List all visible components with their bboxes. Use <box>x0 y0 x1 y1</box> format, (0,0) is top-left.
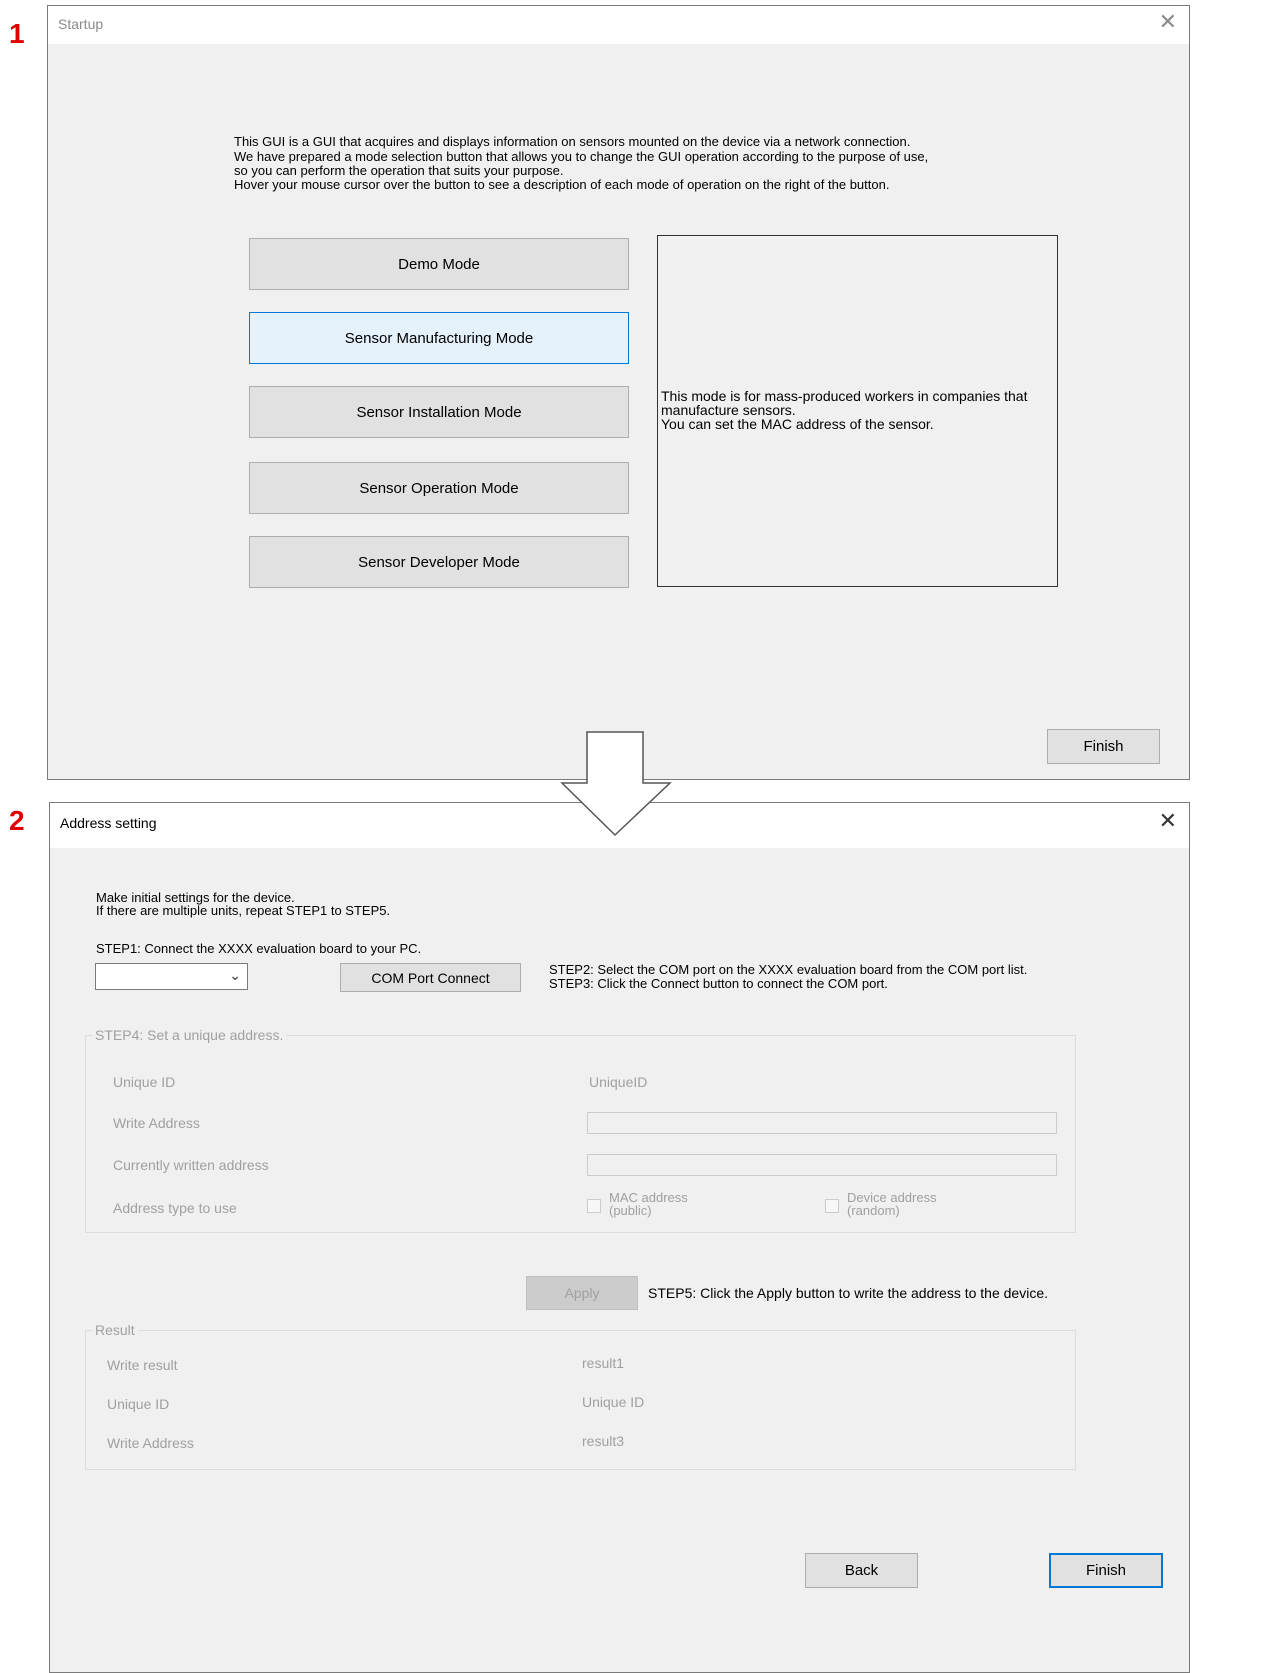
step-number-1: 1 <box>9 18 25 49</box>
intro-line: so you can perform the operation that su… <box>234 163 564 178</box>
close-icon[interactable]: ✕ <box>1159 10 1177 35</box>
unique-id-value: UniqueID <box>589 1074 648 1090</box>
intro-line: We have prepared a mode selection button… <box>234 149 929 164</box>
current-address-field <box>587 1154 1057 1176</box>
device-address-option-label: Device address (random) <box>847 1190 937 1218</box>
device-address-checkbox[interactable] <box>825 1199 839 1213</box>
mac-address-checkbox[interactable] <box>587 1199 601 1213</box>
intro-line: If there are multiple units, repeat STEP… <box>96 903 391 918</box>
com-port-dropdown[interactable]: ⌄ <box>95 963 248 990</box>
sensor-operation-mode-button[interactable]: Sensor Operation Mode <box>249 462 629 514</box>
result-write-address-value: result3 <box>582 1433 625 1449</box>
mode-description-box: This mode is for mass-produced workers i… <box>657 235 1058 587</box>
write-result-label: Write result <box>107 1357 178 1373</box>
write-address-label: Write Address <box>113 1115 200 1131</box>
result-groupbox: Result Write result result1 Unique ID Un… <box>85 1322 1076 1470</box>
result-write-address-label: Write Address <box>107 1435 194 1451</box>
sensor-installation-mode-button[interactable]: Sensor Installation Mode <box>249 386 629 438</box>
intro-line: Hover your mouse cursor over the button … <box>234 177 890 192</box>
step-number-2: 2 <box>9 805 25 836</box>
finish-button[interactable]: Finish <box>1049 1553 1163 1588</box>
result-unique-id-value: Unique ID <box>582 1394 645 1410</box>
mac-address-option-label: MAC address (public) <box>609 1190 688 1218</box>
com-port-connect-button[interactable]: COM Port Connect <box>340 963 521 992</box>
apply-button[interactable]: Apply <box>526 1276 638 1310</box>
startup-window: Startup ✕ This GUI is a GUI that acquire… <box>47 5 1190 780</box>
demo-mode-button[interactable]: Demo Mode <box>249 238 629 290</box>
chevron-down-icon: ⌄ <box>229 968 241 984</box>
step5-text: STEP5: Click the Apply button to write t… <box>648 1285 1048 1301</box>
sensor-developer-mode-button[interactable]: Sensor Developer Mode <box>249 536 629 588</box>
finish-button[interactable]: Finish <box>1047 729 1160 764</box>
step2-text: STEP2: Select the COM port on the XXXX e… <box>549 962 1028 977</box>
startup-titlebar: Startup ✕ <box>48 6 1189 44</box>
write-result-value: result1 <box>582 1355 625 1371</box>
back-button[interactable]: Back <box>805 1553 918 1588</box>
sensor-manufacturing-mode-button[interactable]: Sensor Manufacturing Mode <box>249 312 629 364</box>
current-address-label: Currently written address <box>113 1157 269 1173</box>
close-icon[interactable]: ✕ <box>1159 809 1177 834</box>
mode-description-text: This mode is for mass-produced workers i… <box>661 388 1028 432</box>
down-arrow-icon <box>560 731 672 837</box>
unique-id-label: Unique ID <box>113 1074 176 1090</box>
step4-groupbox: STEP4: Set a unique address. Unique ID U… <box>85 1027 1076 1233</box>
intro-line: This GUI is a GUI that acquires and disp… <box>234 134 911 149</box>
write-address-input[interactable] <box>587 1112 1057 1134</box>
step4-group-title: STEP4: Set a unique address. <box>92 1027 287 1043</box>
window-title: Address setting <box>60 815 157 831</box>
step3-text: STEP3: Click the Connect button to conne… <box>549 976 888 991</box>
window-title: Startup <box>58 16 104 32</box>
result-group-title: Result <box>92 1322 138 1338</box>
step1-text: STEP1: Connect the XXXX evaluation board… <box>96 941 422 956</box>
result-unique-id-label: Unique ID <box>107 1396 170 1412</box>
address-type-label: Address type to use <box>113 1200 237 1216</box>
address-setting-window: Address setting ✕ Make initial settings … <box>49 802 1190 1673</box>
